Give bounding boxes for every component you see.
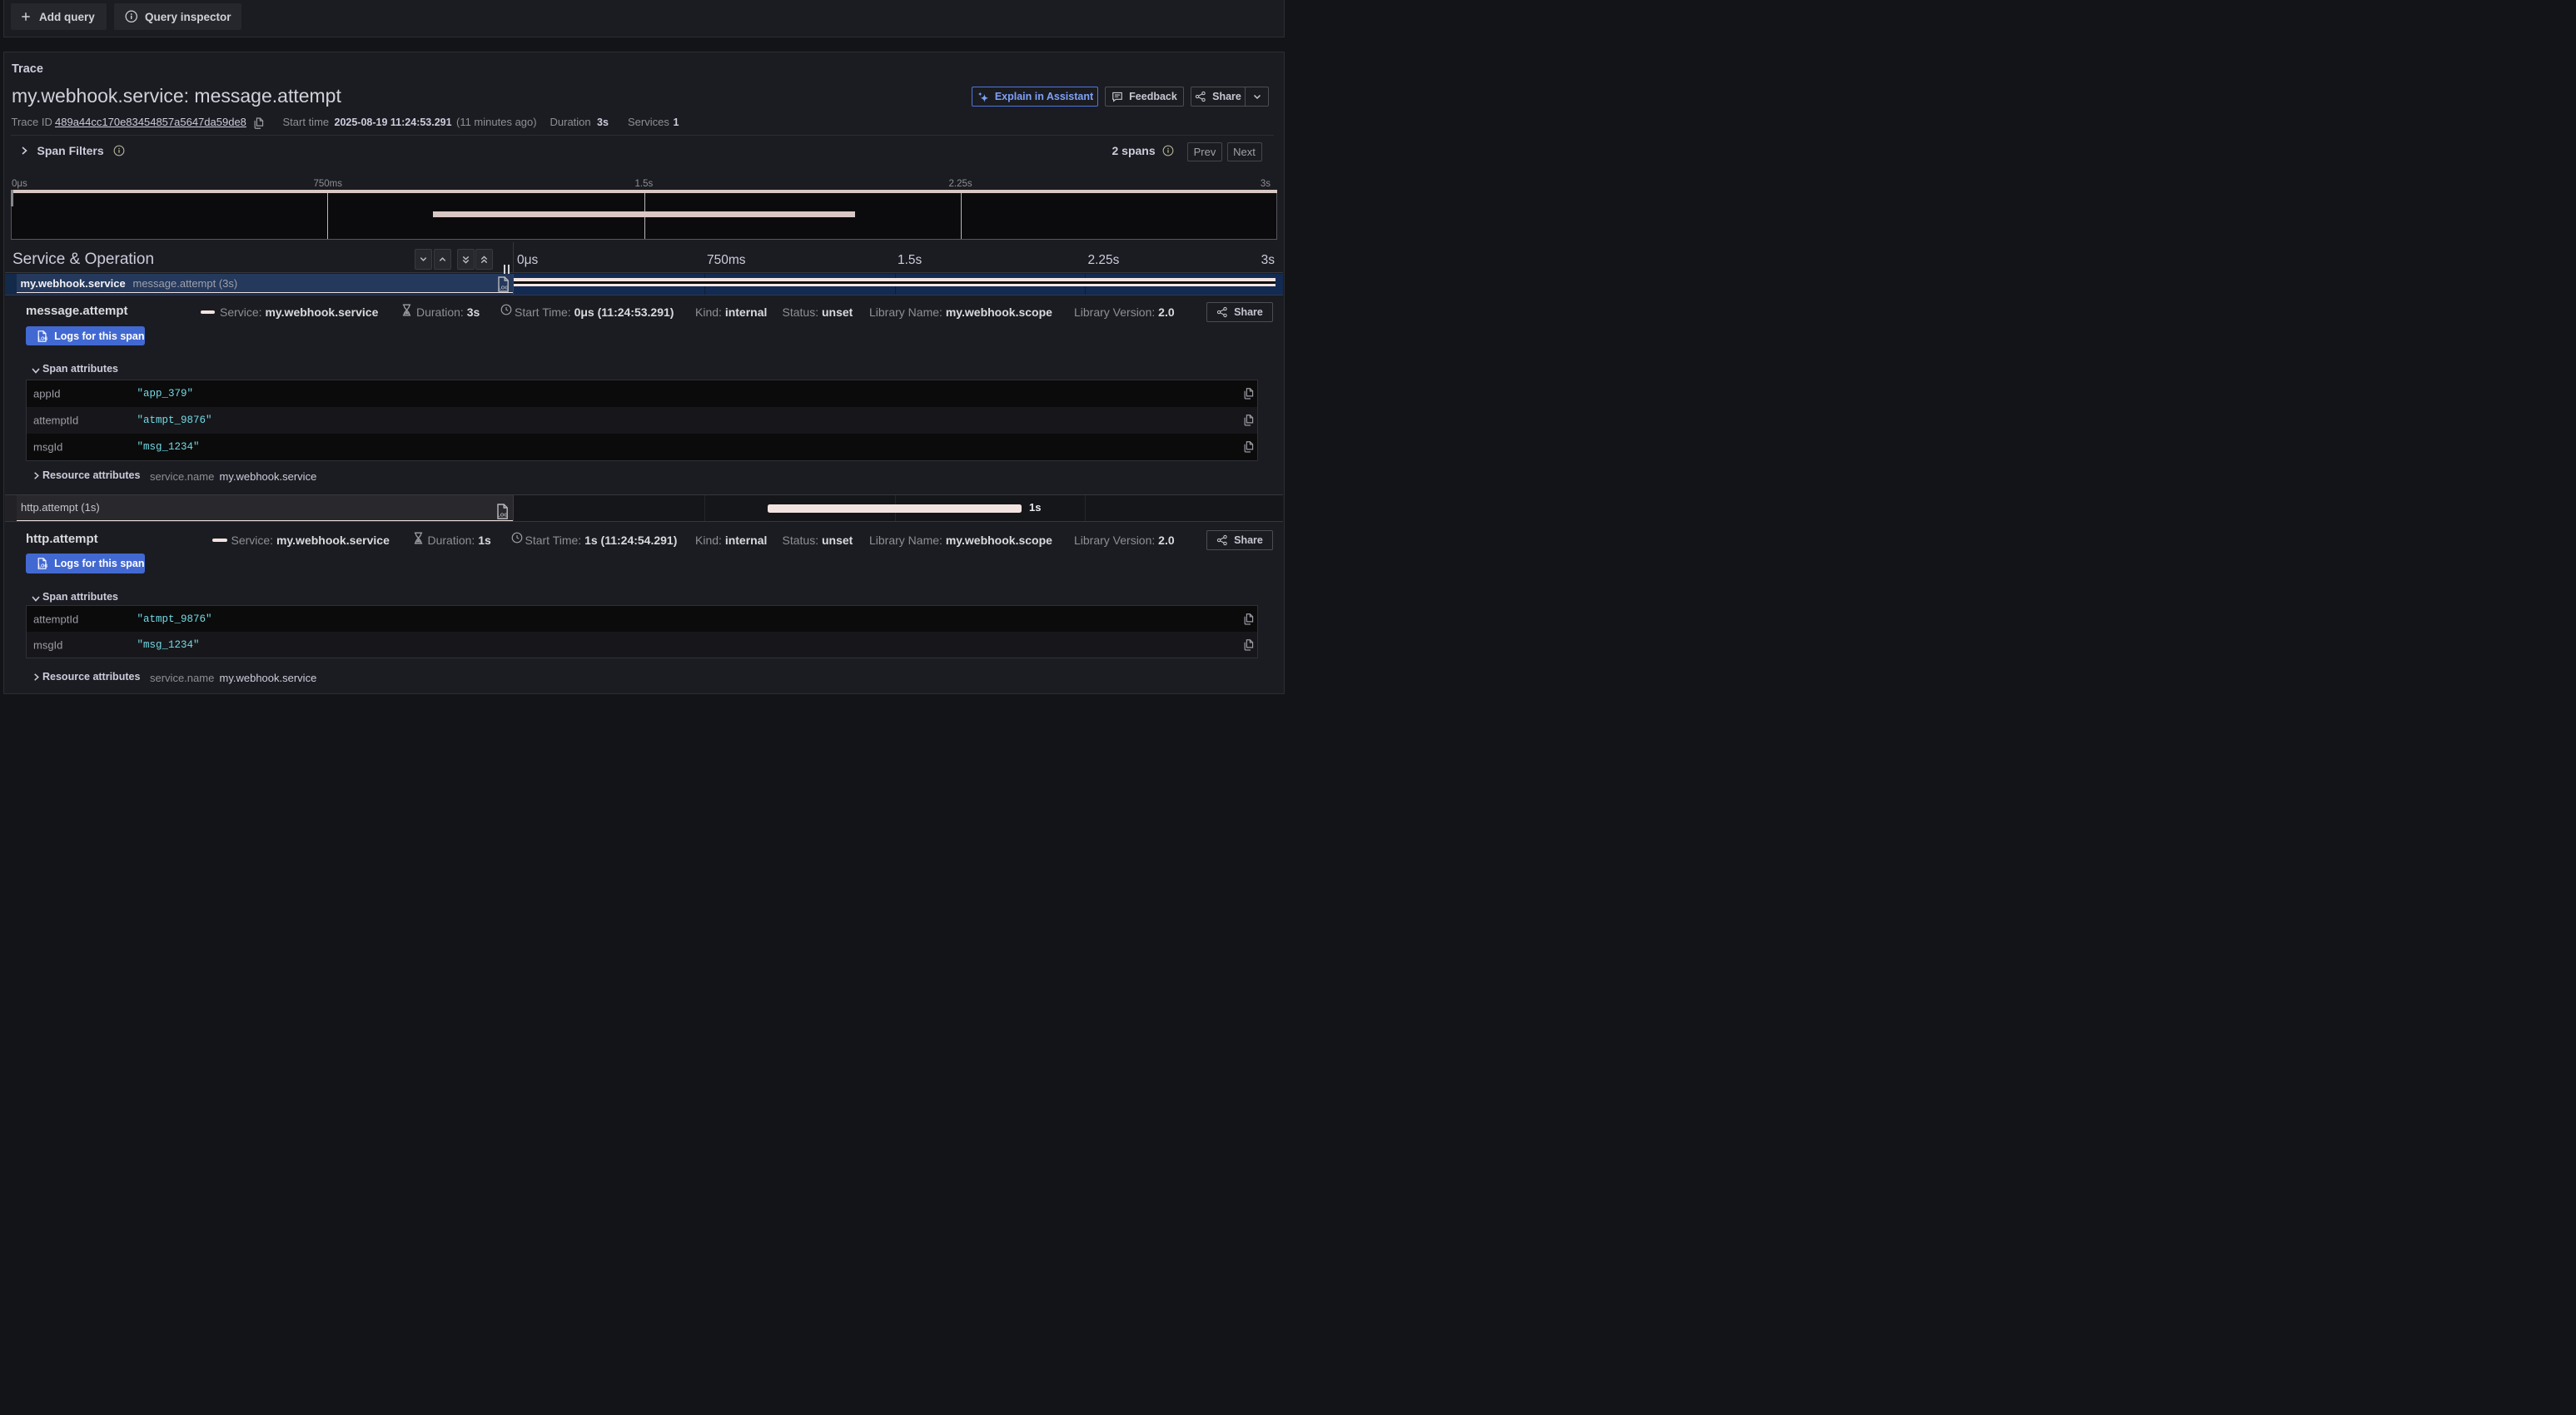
svg-text:LOG: LOG <box>497 513 508 518</box>
svg-text:LOG: LOG <box>498 285 509 290</box>
svg-text:LOG: LOG <box>38 336 47 341</box>
svg-text:LOG: LOG <box>38 564 47 568</box>
